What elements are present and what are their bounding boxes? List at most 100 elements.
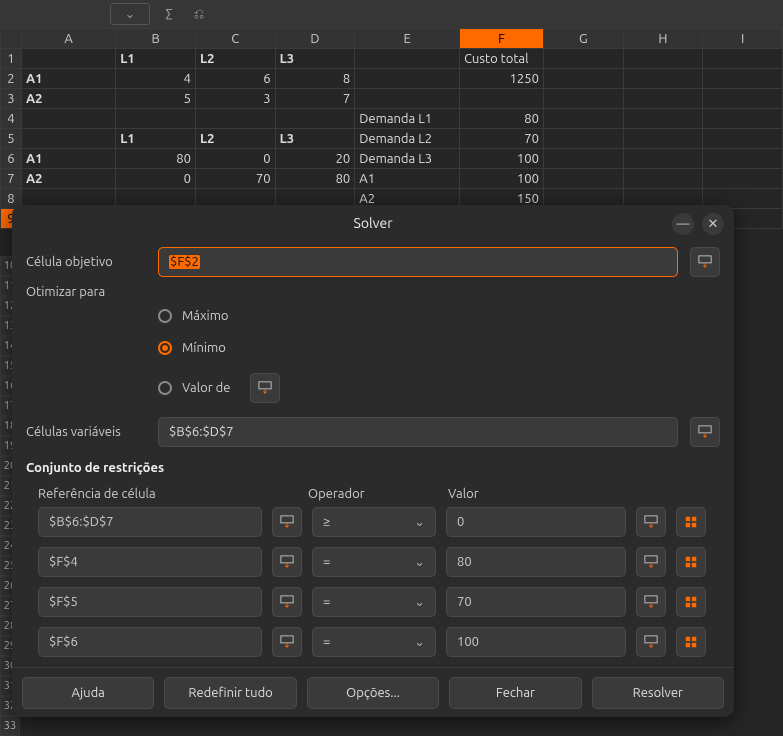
close-button[interactable]: ✕ bbox=[702, 213, 724, 235]
cell[interactable] bbox=[116, 109, 196, 129]
row-header[interactable]: 2 bbox=[1, 69, 22, 89]
col-header-I[interactable]: I bbox=[703, 29, 783, 49]
delete-constraint-icon[interactable] bbox=[676, 507, 706, 537]
toolbar-icon-1[interactable]: ∑ bbox=[158, 3, 180, 25]
cell[interactable]: L2 bbox=[195, 49, 275, 69]
cell[interactable]: 70 bbox=[195, 169, 275, 189]
cell[interactable]: L3 bbox=[275, 129, 355, 149]
cell[interactable]: 8 bbox=[275, 69, 355, 89]
constraint-val-input[interactable]: 80 bbox=[446, 547, 626, 577]
row-header[interactable]: 3 bbox=[1, 89, 22, 109]
cell[interactable] bbox=[623, 89, 703, 109]
help-button[interactable]: Ajuda bbox=[22, 677, 154, 709]
target-cell-input[interactable]: $F$2 bbox=[158, 247, 678, 277]
radio-valueof[interactable]: Valor de bbox=[158, 381, 230, 395]
cell[interactable]: A1 bbox=[21, 69, 115, 89]
cell[interactable]: 6 bbox=[195, 69, 275, 89]
constraint-ref-input[interactable]: $F$4 bbox=[38, 547, 262, 577]
vars-input[interactable]: $B$6:$D$7 bbox=[158, 417, 678, 447]
close-dialog-button[interactable]: Fechar bbox=[449, 677, 581, 709]
delete-constraint-icon[interactable] bbox=[676, 627, 706, 657]
cell[interactable]: L3 bbox=[275, 49, 355, 69]
cell[interactable]: A2 bbox=[21, 89, 115, 109]
row-header[interactable]: 5 bbox=[1, 129, 22, 149]
constraint-val-input[interactable]: 70 bbox=[446, 587, 626, 617]
radio-min[interactable]: Mínimo bbox=[158, 341, 720, 355]
cell[interactable] bbox=[703, 49, 783, 69]
cell[interactable]: 100 bbox=[460, 149, 544, 169]
radio-max[interactable]: Máximo bbox=[158, 309, 720, 323]
cell[interactable] bbox=[543, 89, 623, 109]
col-header-B[interactable]: B bbox=[116, 29, 196, 49]
col-header-F[interactable]: F bbox=[460, 29, 544, 49]
cell[interactable]: 80 bbox=[460, 109, 544, 129]
cell[interactable] bbox=[623, 129, 703, 149]
constraint-ref-input[interactable]: $B$6:$D$7 bbox=[38, 507, 262, 537]
cell[interactable]: Demanda L2 bbox=[355, 129, 460, 149]
cell[interactable] bbox=[543, 169, 623, 189]
reset-button[interactable]: Redefinir tudo bbox=[164, 677, 296, 709]
cell[interactable]: 0 bbox=[116, 169, 196, 189]
cell[interactable] bbox=[543, 49, 623, 69]
cell[interactable]: L1 bbox=[116, 129, 196, 149]
cell[interactable] bbox=[355, 89, 460, 109]
shrink-icon[interactable] bbox=[636, 547, 666, 577]
cell[interactable] bbox=[703, 109, 783, 129]
cell[interactable] bbox=[355, 49, 460, 69]
cell[interactable] bbox=[195, 109, 275, 129]
shrink-icon-valueof[interactable] bbox=[250, 373, 280, 403]
col-header-A[interactable]: A bbox=[21, 29, 115, 49]
name-box-dropdown[interactable]: ⌄ bbox=[110, 3, 150, 25]
shrink-icon[interactable] bbox=[636, 627, 666, 657]
options-button[interactable]: Opções... bbox=[307, 677, 439, 709]
cell[interactable]: 0 bbox=[195, 149, 275, 169]
col-header-H[interactable]: H bbox=[623, 29, 703, 49]
shrink-icon[interactable] bbox=[272, 587, 302, 617]
cell[interactable] bbox=[543, 149, 623, 169]
shrink-icon-target[interactable] bbox=[690, 247, 720, 277]
constraint-op-select[interactable]: =⌄ bbox=[312, 627, 436, 657]
cell[interactable] bbox=[623, 149, 703, 169]
shrink-icon[interactable] bbox=[636, 587, 666, 617]
cell[interactable]: 20 bbox=[275, 149, 355, 169]
cell[interactable]: 3 bbox=[195, 89, 275, 109]
delete-constraint-icon[interactable] bbox=[676, 587, 706, 617]
shrink-icon-vars[interactable] bbox=[690, 417, 720, 447]
cell[interactable]: 100 bbox=[460, 169, 544, 189]
toolbar-icon-2[interactable]: ⎌ bbox=[188, 3, 210, 25]
cell[interactable] bbox=[21, 109, 115, 129]
cell[interactable]: A1 bbox=[21, 149, 115, 169]
constraint-op-select[interactable]: ≥⌄ bbox=[312, 507, 436, 537]
row-header[interactable]: 6 bbox=[1, 149, 22, 169]
col-header-G[interactable]: G bbox=[543, 29, 623, 49]
cell[interactable]: 4 bbox=[116, 69, 196, 89]
col-header-C[interactable]: C bbox=[195, 29, 275, 49]
constraint-op-select[interactable]: =⌄ bbox=[312, 587, 436, 617]
cell[interactable] bbox=[623, 69, 703, 89]
cell[interactable] bbox=[703, 129, 783, 149]
cell[interactable] bbox=[21, 49, 115, 69]
cell[interactable] bbox=[543, 69, 623, 89]
cell[interactable] bbox=[623, 49, 703, 69]
solve-button[interactable]: Resolver bbox=[592, 677, 724, 709]
cell[interactable] bbox=[355, 69, 460, 89]
cell[interactable] bbox=[543, 129, 623, 149]
cell[interactable]: Demanda L3 bbox=[355, 149, 460, 169]
cell[interactable]: 5 bbox=[116, 89, 196, 109]
row-header[interactable]: 33 bbox=[0, 716, 20, 736]
cell[interactable]: A1 bbox=[355, 169, 460, 189]
cell[interactable]: Custo total bbox=[460, 49, 544, 69]
cell[interactable] bbox=[275, 109, 355, 129]
constraint-ref-input[interactable]: $F$6 bbox=[38, 627, 262, 657]
shrink-icon[interactable] bbox=[272, 627, 302, 657]
grid[interactable]: ABCDEFGHI 1L1L2L3Custo total2A146812503A… bbox=[0, 28, 783, 229]
shrink-icon[interactable] bbox=[272, 507, 302, 537]
cell[interactable] bbox=[703, 69, 783, 89]
cell[interactable] bbox=[703, 149, 783, 169]
row-header[interactable]: 4 bbox=[1, 109, 22, 129]
cell[interactable]: 70 bbox=[460, 129, 544, 149]
cell[interactable]: L1 bbox=[116, 49, 196, 69]
corner-cell[interactable] bbox=[1, 29, 22, 49]
minimize-button[interactable]: — bbox=[672, 213, 694, 235]
row-header[interactable]: 1 bbox=[1, 49, 22, 69]
